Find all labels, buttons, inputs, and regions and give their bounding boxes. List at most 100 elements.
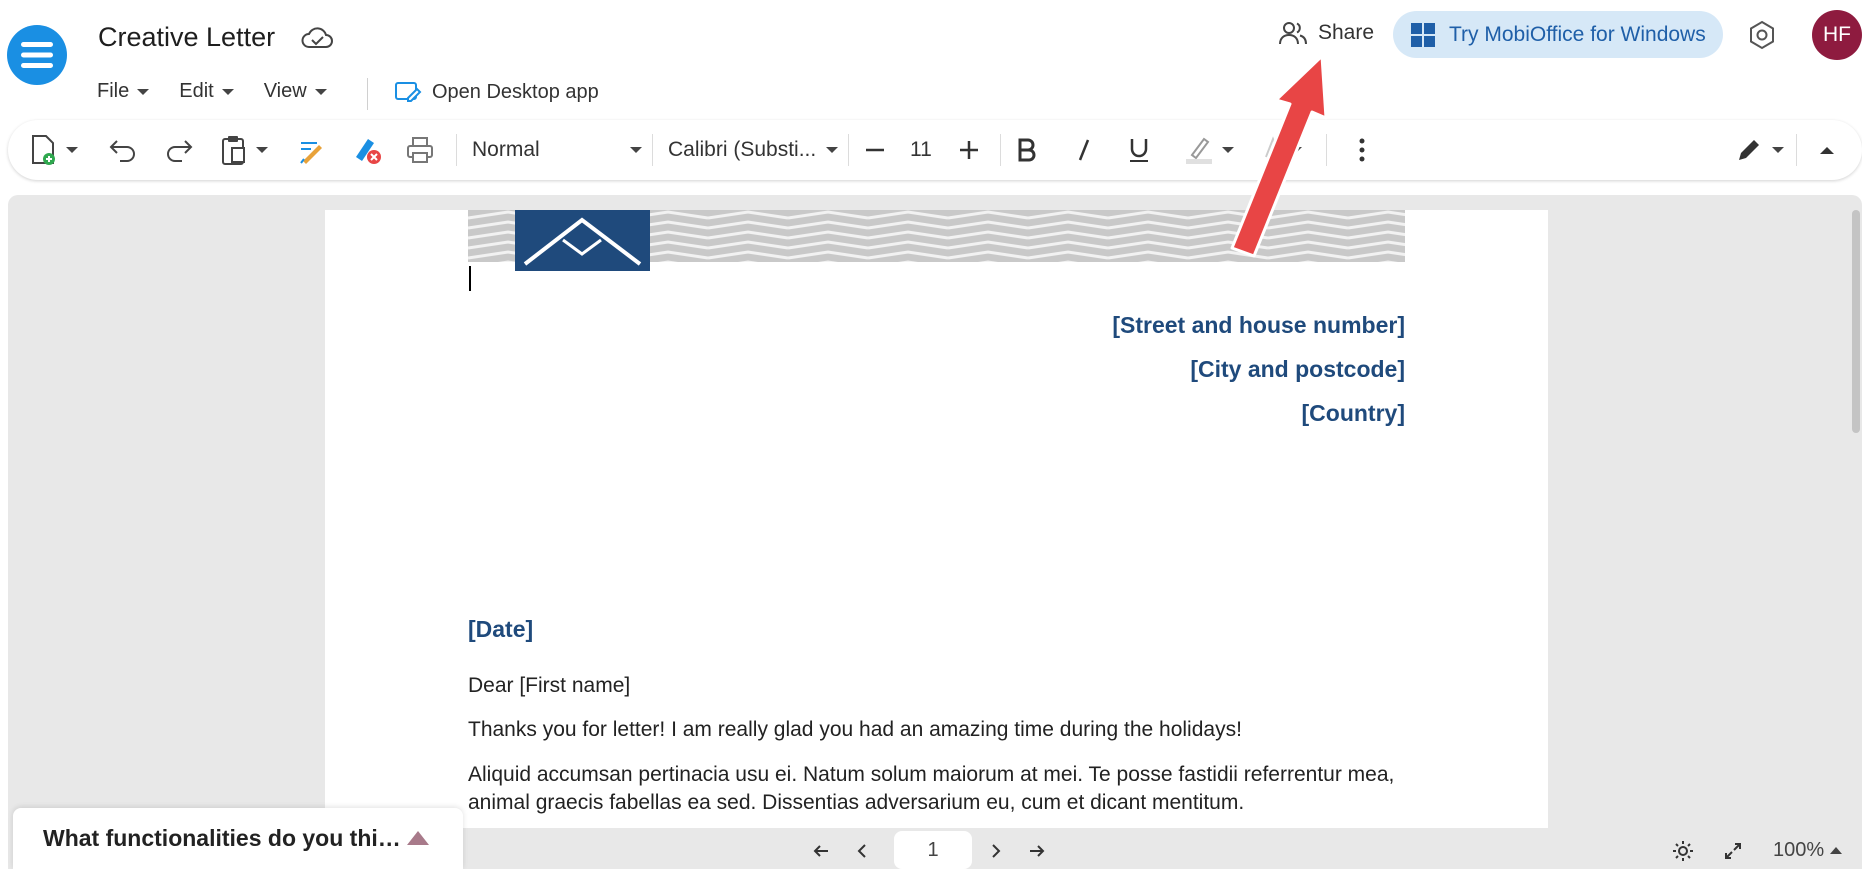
collapse-toolbar-button[interactable] — [1820, 120, 1834, 180]
italic-button[interactable] — [1074, 120, 1094, 180]
menu-file[interactable]: File — [97, 80, 150, 103]
address-country[interactable]: [Country] — [1302, 400, 1405, 427]
menu-divider — [367, 78, 368, 110]
formatting-toolbar: Normal Calibri (Substi... 11 — [8, 120, 1862, 180]
try-mobioffice-label: Try MobiOffice for Windows — [1449, 22, 1706, 46]
chevron-down-icon — [66, 147, 78, 153]
chevron-down-icon — [1290, 147, 1302, 153]
increase-font-size-button[interactable] — [958, 120, 980, 180]
hamburger-icon — [21, 42, 53, 68]
chevron-right-icon — [992, 843, 1001, 858]
expand-icon — [1725, 842, 1741, 859]
italic-icon — [1078, 139, 1090, 161]
feedback-question: What functionalities do you thi… — [43, 825, 401, 851]
letter-paragraph-1[interactable]: Thanks you for letter! I am really glad … — [468, 716, 1418, 744]
chevron-up-icon — [1820, 146, 1834, 154]
bold-button[interactable] — [1016, 120, 1038, 180]
decrease-font-size-button[interactable] — [864, 120, 886, 180]
format-painter-icon — [300, 142, 322, 164]
previous-page-button[interactable] — [856, 832, 868, 869]
redo-button[interactable] — [164, 120, 194, 180]
more-vertical-icon — [1359, 138, 1365, 162]
undo-button[interactable] — [108, 120, 138, 180]
menu-edit[interactable]: Edit — [179, 80, 234, 103]
bold-icon — [1018, 138, 1036, 162]
chevron-down-icon — [256, 147, 268, 153]
font-color-button[interactable] — [1262, 120, 1302, 180]
expand-up-icon[interactable] — [407, 831, 429, 845]
letter-date[interactable]: [Date] — [468, 616, 533, 643]
editing-mode-button[interactable] — [1736, 120, 1784, 180]
windows-logo-icon — [1411, 22, 1435, 47]
text-cursor — [469, 266, 471, 291]
letter-paragraph-2[interactable]: Aliquid accumsan pertinacia usu ei. Natu… — [468, 761, 1418, 817]
vertical-scrollbar[interactable] — [1852, 210, 1860, 433]
edit-desktop-icon — [395, 82, 422, 102]
toolbar-divider — [456, 134, 457, 166]
highlight-color-button[interactable] — [1184, 120, 1234, 180]
settings-icon[interactable] — [1748, 20, 1776, 50]
menu-bar: File Edit View — [97, 80, 357, 103]
new-document-button[interactable] — [30, 120, 78, 180]
undo-icon — [109, 140, 135, 162]
first-page-button[interactable] — [812, 832, 830, 869]
brightness-button[interactable] — [1672, 832, 1694, 869]
open-desktop-label: Open Desktop app — [432, 80, 599, 103]
font-size-value[interactable]: 11 — [910, 120, 932, 180]
menu-edit-label: Edit — [179, 80, 214, 102]
pencil-icon — [1739, 140, 1759, 160]
zoom-level-value: 100% — [1773, 839, 1825, 861]
document-page[interactable]: [Street and house number] [City and post… — [325, 210, 1548, 828]
chevron-up-icon — [1830, 847, 1843, 854]
user-avatar[interactable]: HF — [1812, 10, 1862, 60]
arrow-left-icon — [813, 844, 828, 857]
paste-button[interactable] — [220, 120, 268, 180]
page-number-input[interactable] — [894, 831, 972, 869]
font-family-select[interactable]: Calibri (Substi... — [668, 120, 842, 180]
last-page-button[interactable] — [1028, 832, 1046, 869]
toolbar-divider — [1000, 134, 1001, 166]
clipboard-icon — [222, 136, 245, 165]
menu-view-label: View — [263, 80, 307, 102]
fit-page-button[interactable] — [1724, 832, 1742, 869]
toolbar-divider — [652, 134, 653, 166]
toolbar-divider — [848, 134, 849, 166]
address-city[interactable]: [City and postcode] — [1190, 356, 1405, 383]
chevron-down-icon — [1772, 147, 1784, 153]
underline-icon — [1130, 139, 1148, 162]
share-button[interactable]: Share — [1278, 20, 1374, 46]
chevron-down-icon — [826, 147, 838, 153]
print-button[interactable] — [406, 120, 434, 180]
try-mobioffice-button[interactable]: Try MobiOffice for Windows — [1393, 11, 1723, 58]
font-family-value: Calibri (Substi... — [668, 138, 817, 161]
minus-icon — [866, 148, 884, 152]
highlighter-icon — [1186, 137, 1212, 164]
share-label: Share — [1318, 21, 1375, 44]
open-desktop-app-button[interactable]: Open Desktop app — [394, 79, 599, 105]
clear-formatting-button[interactable] — [352, 120, 382, 180]
menu-file-label: File — [97, 80, 130, 102]
chevron-down-icon — [314, 88, 327, 95]
envelope-logo — [515, 210, 650, 271]
format-painter-button[interactable] — [297, 120, 327, 180]
underline-button[interactable] — [1128, 120, 1150, 180]
paragraph-style-value: Normal — [472, 138, 540, 161]
chevron-down-icon — [630, 147, 642, 153]
feedback-panel[interactable]: What functionalities do you thi… — [13, 808, 463, 869]
paragraph-style-select[interactable]: Normal — [472, 120, 648, 180]
sun-icon — [1673, 840, 1693, 861]
app-menu-button[interactable] — [7, 25, 67, 85]
more-options-button[interactable] — [1358, 120, 1366, 180]
chevron-left-icon — [857, 843, 866, 858]
plus-icon — [960, 141, 978, 159]
menu-view[interactable]: View — [264, 80, 327, 103]
zoom-level-select[interactable]: 100% — [1773, 839, 1843, 862]
chevron-down-icon — [137, 88, 150, 95]
cloud-saved-icon — [300, 26, 334, 50]
next-page-button[interactable] — [990, 832, 1002, 869]
address-street[interactable]: [Street and house number] — [1112, 312, 1405, 339]
letter-greeting[interactable]: Dear [First name] — [468, 672, 1418, 700]
arrow-right-icon — [1030, 844, 1045, 857]
document-title[interactable]: Creative Letter — [98, 22, 275, 53]
redo-icon — [167, 140, 193, 162]
